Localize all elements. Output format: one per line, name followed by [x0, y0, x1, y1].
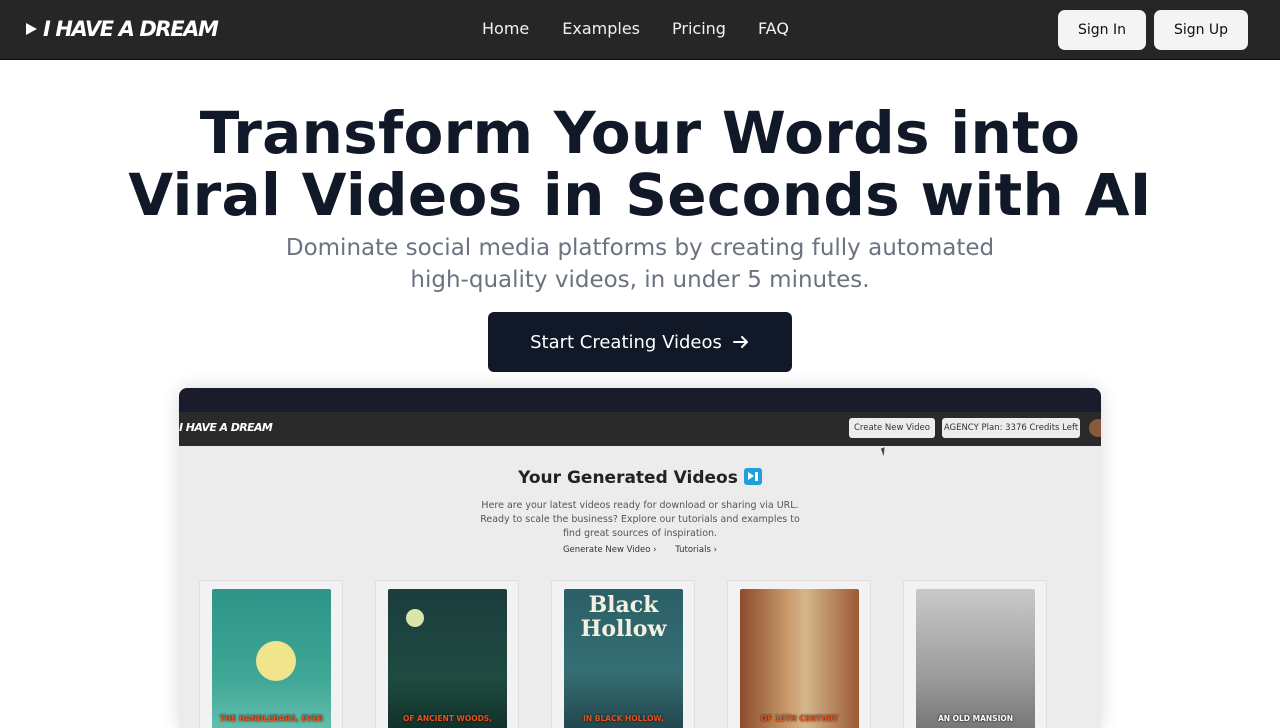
- video-card: OF ANCIENT WOODS,: [375, 580, 519, 728]
- video-thumbnail: OF ANCIENT WOODS,: [388, 589, 507, 728]
- top-navbar: I HAVE A DREAM Home Examples Pricing FAQ…: [0, 0, 1280, 60]
- hero-subtitle-line2: high-quality videos, in under 5 minutes.: [410, 267, 870, 293]
- moon-shape: [406, 609, 424, 627]
- nav-examples[interactable]: Examples: [562, 19, 640, 38]
- video-thumbnail: THE HANDLEBARS, EVER: [212, 589, 331, 728]
- video-card: AN OLD MANSION: [903, 580, 1047, 728]
- preview-plan-badge: AGENCY Plan: 3376 Credits Left: [942, 418, 1080, 438]
- hero-subtitle: Dominate social media platforms by creat…: [0, 232, 1280, 296]
- hero-title: Transform Your Words into Viral Videos i…: [0, 102, 1280, 226]
- video-card: Black Hollow IN BLACK HOLLOW,: [551, 580, 695, 728]
- video-card: OF 15TH CENTURY: [727, 580, 871, 728]
- video-caption: OF ANCIENT WOODS,: [402, 714, 493, 723]
- moon-shape: [256, 641, 296, 681]
- app-preview-screenshot: I HAVE A DREAM Create New Video AGENCY P…: [179, 388, 1101, 728]
- arrow-right-icon: [732, 336, 748, 348]
- brand-name: I HAVE A DREAM: [43, 17, 219, 41]
- video-caption: THE HANDLEBARS, EVER: [219, 714, 324, 723]
- play-pause-icon: [743, 468, 762, 485]
- start-creating-button[interactable]: Start Creating Videos: [488, 312, 792, 372]
- preview-links: Generate New Video › Tutorials ›: [179, 545, 1101, 555]
- nav-home[interactable]: Home: [482, 19, 529, 38]
- play-icon: [26, 23, 37, 35]
- preview-navbar: I HAVE A DREAM Create New Video AGENCY P…: [179, 412, 1101, 446]
- sign-in-button[interactable]: Sign In: [1058, 10, 1146, 50]
- video-thumbnail: OF 15TH CENTURY: [740, 589, 859, 728]
- cta-label: Start Creating Videos: [530, 331, 722, 353]
- avatar: [1089, 419, 1101, 437]
- preview-title-text: Your Generated Videos: [518, 468, 738, 488]
- preview-create-button: Create New Video: [849, 418, 935, 438]
- preview-link-generate: Generate New Video ›: [562, 545, 657, 555]
- nav-pricing[interactable]: Pricing: [672, 19, 726, 38]
- preview-description: Here are your latest videos ready for do…: [480, 500, 800, 539]
- hero-subtitle-line1: Dominate social media platforms by creat…: [285, 235, 995, 261]
- video-caption: AN OLD MANSION: [937, 714, 1014, 723]
- video-title-art: Black Hollow: [580, 592, 667, 642]
- video-thumbnail: AN OLD MANSION: [916, 589, 1035, 728]
- preview-top-strip: [179, 388, 1101, 412]
- hero-title-line2: Viral Videos in Seconds with AI: [128, 161, 1152, 229]
- video-card: THE HANDLEBARS, EVER: [199, 580, 343, 728]
- nav-faq[interactable]: FAQ: [758, 19, 789, 38]
- mouse-cursor-icon: [880, 445, 892, 457]
- hero-title-line1: Transform Your Words into: [199, 99, 1081, 167]
- video-caption: IN BLACK HOLLOW,: [583, 714, 664, 723]
- video-thumbnail: Black Hollow IN BLACK HOLLOW,: [564, 589, 683, 728]
- preview-logo: I HAVE A DREAM: [179, 421, 273, 434]
- video-caption: OF 15TH CENTURY: [760, 714, 839, 723]
- main-nav: Home Examples Pricing FAQ: [482, 19, 789, 38]
- brand-logo[interactable]: I HAVE A DREAM: [26, 17, 219, 41]
- preview-link-tutorials: Tutorials ›: [675, 545, 718, 555]
- sign-up-button[interactable]: Sign Up: [1154, 10, 1248, 50]
- preview-title: Your Generated Videos: [179, 468, 1101, 488]
